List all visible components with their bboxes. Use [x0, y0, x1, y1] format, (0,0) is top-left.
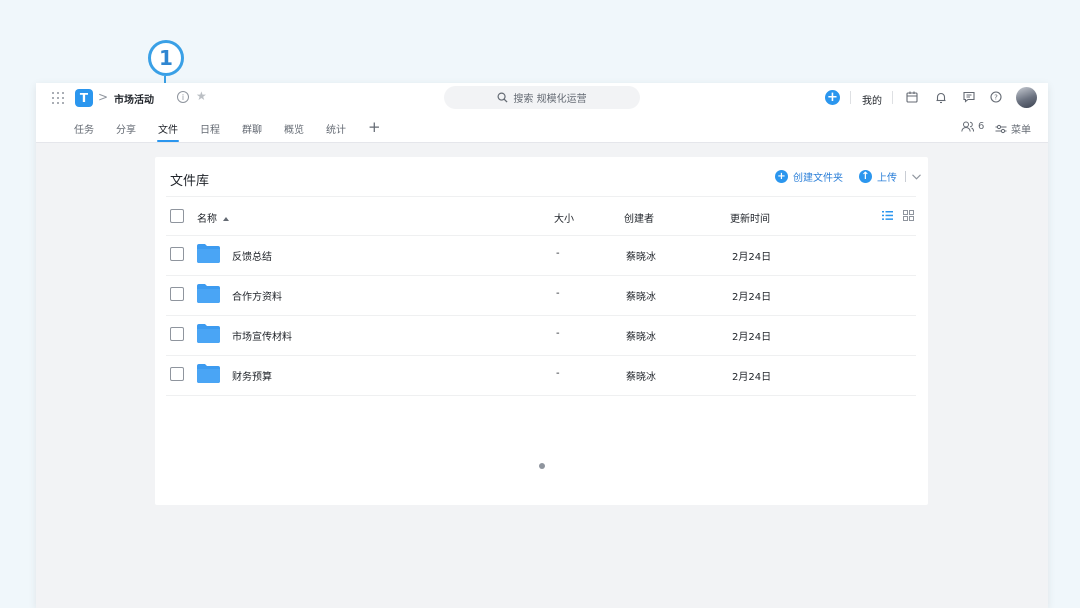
- grid-view-icon[interactable]: [903, 210, 914, 221]
- create-folder-button[interactable]: + 创建文件夹: [775, 169, 843, 184]
- info-icon[interactable]: i: [177, 91, 189, 103]
- step-callout-badge: 1: [148, 40, 184, 76]
- column-updated-header[interactable]: 更新时间: [730, 210, 770, 225]
- file-creator: 蔡晓冰: [626, 252, 656, 263]
- table-header: 名称 大小 创建者 更新时间: [155, 197, 928, 235]
- row-checkbox[interactable]: [170, 327, 184, 341]
- column-name-label: 名称: [197, 214, 217, 225]
- file-updated: 2月24日: [732, 372, 772, 383]
- bell-icon[interactable]: [934, 90, 948, 104]
- row-checkbox[interactable]: [170, 287, 184, 301]
- file-updated: 2月24日: [732, 292, 772, 303]
- column-creator-header[interactable]: 创建者: [624, 210, 654, 225]
- tab-tasks[interactable]: 任务: [74, 121, 94, 136]
- loading-indicator: [539, 463, 545, 469]
- select-all-checkbox[interactable]: [170, 209, 184, 223]
- file-size: -: [556, 328, 560, 339]
- breadcrumb-separator: >: [98, 90, 109, 104]
- tab-files[interactable]: 文件: [158, 121, 178, 136]
- search-placeholder: 搜索 规模化运营: [513, 94, 587, 105]
- calendar-icon[interactable]: [905, 90, 919, 104]
- row-checkbox[interactable]: [170, 367, 184, 381]
- divider: [166, 395, 916, 396]
- table-row[interactable]: 市场宣传材料 - 蔡晓冰 2月24日: [155, 315, 928, 355]
- app-window: T > 市场活动 i ★ 搜索 规模化运营 + 我的 ? 任务 分享 文件 日程: [36, 83, 1048, 608]
- star-icon[interactable]: ★: [196, 89, 207, 103]
- file-name[interactable]: 反馈总结: [232, 248, 272, 263]
- mine-link[interactable]: 我的: [862, 92, 882, 107]
- column-name-header[interactable]: 名称: [197, 210, 229, 225]
- tab-overview[interactable]: 概览: [284, 121, 304, 136]
- folder-icon: [197, 324, 220, 343]
- tab-share[interactable]: 分享: [116, 121, 136, 136]
- svg-text:?: ?: [994, 94, 998, 102]
- app-logo-icon[interactable]: T: [75, 89, 93, 107]
- upload-button[interactable]: ↑ 上传: [859, 169, 921, 184]
- panel-title: 文件库: [170, 174, 210, 189]
- sort-ascending-icon: [223, 217, 229, 221]
- plus-icon: +: [775, 170, 788, 183]
- table-row[interactable]: 财务预算 - 蔡晓冰 2月24日: [155, 355, 928, 395]
- chevron-down-icon[interactable]: [912, 173, 921, 180]
- avatar[interactable]: [1016, 87, 1037, 108]
- add-tab-plus-icon[interactable]: +: [368, 118, 381, 136]
- table-row[interactable]: 合作方资料 - 蔡晓冰 2月24日: [155, 275, 928, 315]
- divider: [892, 91, 893, 104]
- members-icon: [961, 121, 974, 132]
- tab-bar: 任务 分享 文件 日程 群聊 概览 统计 + 6 菜单: [36, 113, 1048, 143]
- list-view-icon[interactable]: [882, 211, 893, 220]
- file-size: -: [556, 248, 560, 259]
- top-bar: T > 市场活动 i ★ 搜索 规模化运营 + 我的 ?: [36, 83, 1048, 113]
- file-creator: 蔡晓冰: [626, 332, 656, 343]
- divider: [905, 171, 906, 182]
- message-icon[interactable]: [962, 90, 976, 104]
- file-creator: 蔡晓冰: [626, 372, 656, 383]
- file-creator: 蔡晓冰: [626, 292, 656, 303]
- menu-settings-icon: [995, 124, 1007, 133]
- file-name[interactable]: 合作方资料: [232, 288, 282, 303]
- members-button[interactable]: 6: [961, 121, 984, 132]
- project-name[interactable]: 市场活动: [114, 91, 154, 106]
- add-button[interactable]: +: [825, 90, 840, 105]
- folder-icon: [197, 284, 220, 303]
- table-row[interactable]: 反馈总结 - 蔡晓冰 2月24日: [155, 235, 928, 275]
- tab-group-chat[interactable]: 群聊: [242, 121, 262, 136]
- upload-label: 上传: [877, 173, 897, 184]
- member-count: 6: [978, 121, 985, 132]
- apps-grid-icon[interactable]: [52, 92, 64, 104]
- column-size-header[interactable]: 大小: [554, 210, 574, 225]
- search-icon: [497, 92, 508, 103]
- search-bar[interactable]: 搜索 规模化运营: [444, 86, 640, 109]
- menu-button[interactable]: 菜单: [995, 121, 1031, 136]
- active-tab-indicator: [157, 140, 179, 142]
- file-name[interactable]: 市场宣传材料: [232, 328, 292, 343]
- file-updated: 2月24日: [732, 332, 772, 343]
- tab-schedule[interactable]: 日程: [200, 121, 220, 136]
- divider: [850, 91, 851, 104]
- menu-label: 菜单: [1011, 125, 1031, 136]
- tab-statistics[interactable]: 统计: [326, 121, 346, 136]
- file-updated: 2月24日: [732, 252, 772, 263]
- create-folder-label: 创建文件夹: [793, 173, 843, 184]
- upload-icon: ↑: [859, 170, 872, 183]
- file-library-panel: 文件库 + 创建文件夹 ↑ 上传 名称 大小 创建者 更新时间 反馈总结 - 蔡…: [155, 157, 928, 505]
- folder-icon: [197, 244, 220, 263]
- row-checkbox[interactable]: [170, 247, 184, 261]
- folder-icon: [197, 364, 220, 383]
- help-icon[interactable]: ?: [989, 90, 1003, 104]
- file-size: -: [556, 288, 560, 299]
- file-size: -: [556, 368, 560, 379]
- file-name[interactable]: 财务预算: [232, 368, 272, 383]
